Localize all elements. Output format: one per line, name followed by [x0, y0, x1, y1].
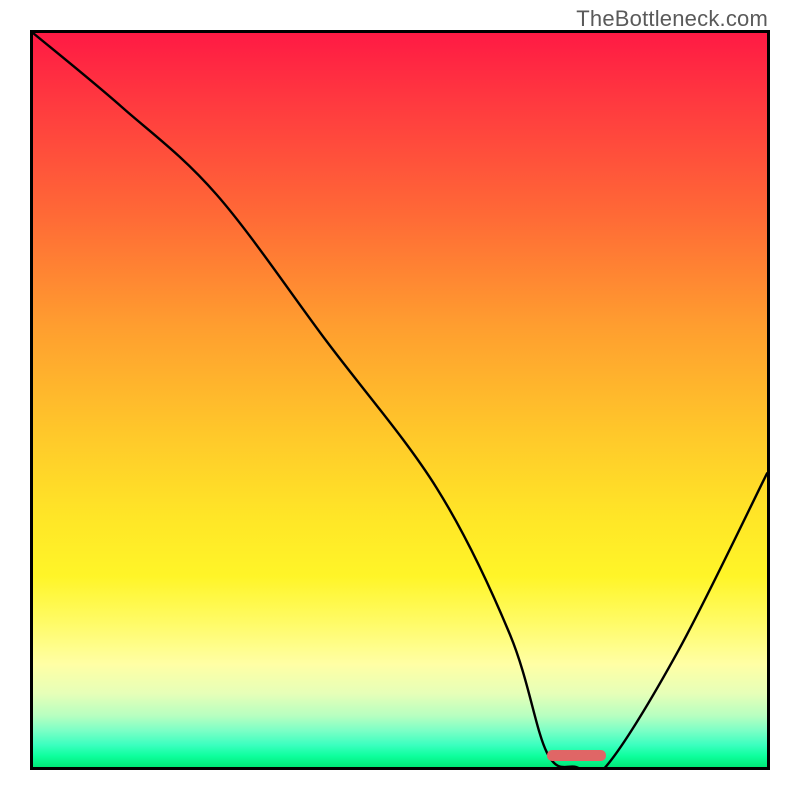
watermark-text: TheBottleneck.com — [576, 6, 768, 32]
bottleneck-curve — [33, 33, 767, 767]
chart-frame — [30, 30, 770, 770]
curve-path — [33, 33, 767, 767]
optimal-range-marker — [547, 750, 606, 761]
